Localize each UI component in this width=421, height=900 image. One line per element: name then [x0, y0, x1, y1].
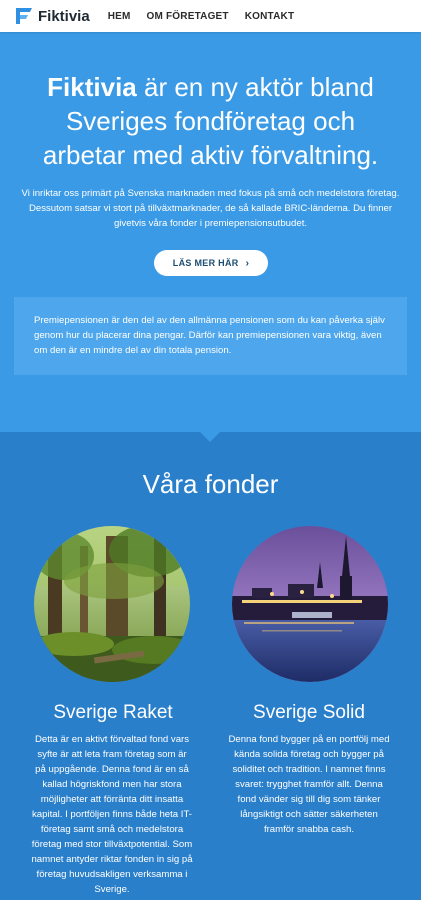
- nav-link-om-foretaget[interactable]: OM FÖRETAGET: [147, 11, 229, 22]
- fund-title-sverige-raket: Sverige Raket: [53, 702, 173, 723]
- fund-image-forest[interactable]: [34, 526, 190, 682]
- fiktivia-logo-icon: [16, 8, 32, 24]
- read-more-button[interactable]: LÄS MER HÄR ›: [154, 250, 268, 276]
- chevron-right-icon: ›: [245, 257, 250, 269]
- hero-title-line1: är en ny aktör bland: [136, 72, 374, 102]
- hero-lead-text: Vi inriktar oss primärt på Svenska markn…: [21, 188, 400, 229]
- funds-heading: Våra fonder: [142, 469, 279, 499]
- fund-description-sverige-solid: Denna fond bygger på en portfölj med kän…: [228, 734, 390, 835]
- read-more-label: LÄS MER HÄR: [172, 258, 239, 268]
- forest-photo: [34, 526, 190, 682]
- logo[interactable]: Fiktivia: [14, 6, 90, 26]
- nav-link-hem[interactable]: HEM: [108, 11, 131, 22]
- hero-title-line2: Sveriges fondföretag och: [65, 106, 356, 136]
- section-pointer-arrow: [200, 432, 220, 442]
- hero-title: Fiktivia är en ny aktör bland Sveriges f…: [10, 70, 411, 172]
- hero-title-line3: arbetar med aktiv förvaltning.: [42, 140, 379, 170]
- premium-pension-note: Premiepensionen är den del av den allmän…: [14, 297, 407, 375]
- hero-section: Fiktivia är en ny aktör bland Sveriges f…: [0, 32, 421, 432]
- hero-title-brand: Fiktivia: [47, 72, 137, 102]
- nav-link-kontakt[interactable]: KONTAKT: [245, 11, 295, 22]
- stockholm-night-photo: [232, 526, 388, 682]
- premium-pension-note-text: Premiepensionen är den del av den allmän…: [34, 315, 385, 356]
- logo-text: Fiktivia: [38, 7, 90, 25]
- top-navbar: Fiktivia HEM OM FÖRETAGET KONTAKT: [0, 0, 421, 32]
- fund-description-sverige-raket: Detta är en aktivt förvaltad fond vars s…: [31, 734, 193, 895]
- fund-title-sverige-solid: Sverige Solid: [253, 702, 365, 723]
- fund-image-stockholm[interactable]: [232, 526, 388, 682]
